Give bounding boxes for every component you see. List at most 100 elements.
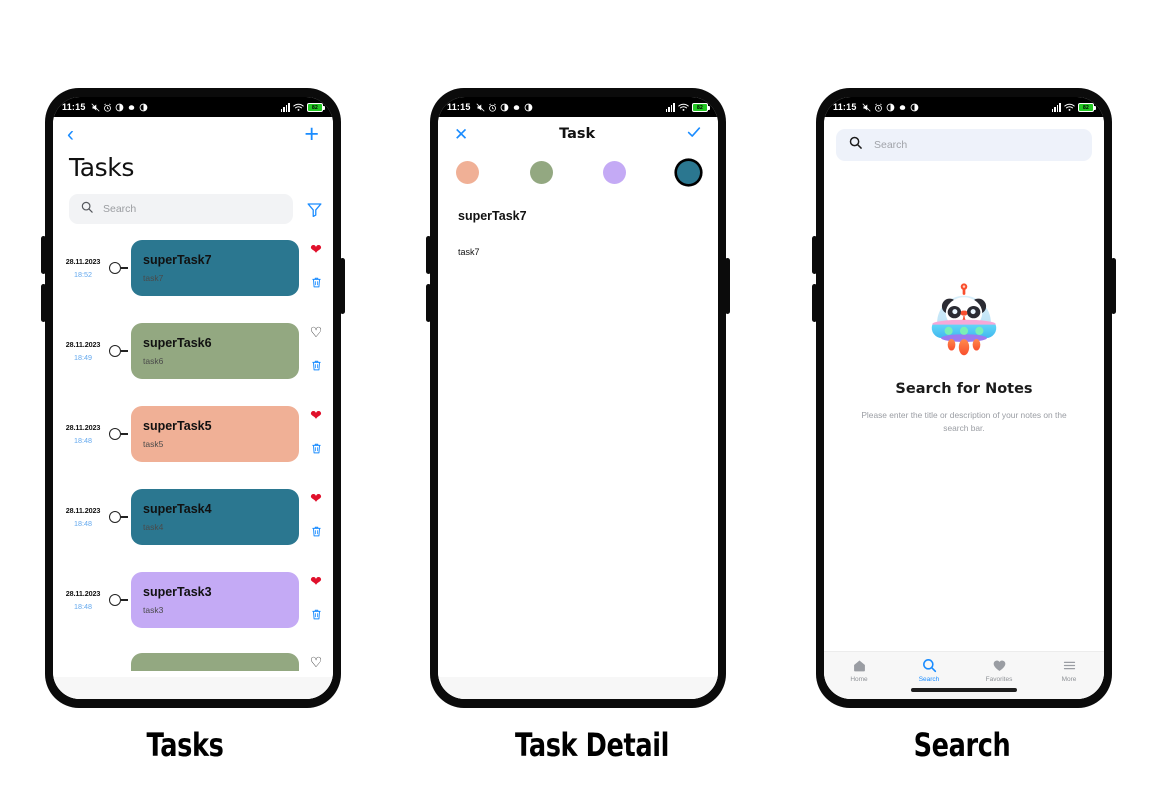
check-icon[interactable] [686,124,702,145]
home-icon [852,658,867,673]
favorite-icon[interactable]: ❤ [310,242,322,256]
apple-icon [898,103,907,112]
task-time: 18:48 [74,436,92,445]
alarm-icon [488,103,497,112]
color-swatch-sage[interactable] [529,161,553,184]
task-card[interactable]: superTask4 task4 [131,489,299,545]
phone-frame-search: 11:15 82 Search Search for Notes Please … [812,88,1116,708]
volume-down-button[interactable] [426,284,431,322]
search-icon [849,136,862,154]
home-indicator[interactable] [525,688,631,692]
tab-search[interactable]: Search [894,658,964,683]
favorite-icon[interactable]: ❤ [310,574,322,588]
task-list: 28.11.2023 18:52 superTask7 task7 ❤ 28.1… [53,238,333,671]
status-bar: 11:15 82 [53,97,333,117]
search-input[interactable]: Search [69,194,293,224]
home-indicator[interactable] [911,688,1017,692]
delete-icon[interactable] [310,359,323,377]
task-date: 28.11.2023 [65,589,101,598]
task-title: superTask3 [143,585,212,599]
mute-icon [90,102,100,112]
table-row[interactable]: 28.11.2023 18:52 superTask7 task7 ❤ [53,238,333,298]
task-date: 28.11.2023 [65,423,101,432]
delete-icon[interactable] [310,525,323,543]
caption-task-detail: Task Detail [515,726,669,764]
task-title-field[interactable]: superTask7 [438,184,718,223]
empty-state: Search for Notes Please enter the title … [824,267,1104,435]
task-node[interactable] [109,511,131,523]
task-actions: ❤ [299,489,333,545]
task-subtitle: task3 [143,605,164,615]
screenshot-canvas: 11:15 82 ‹ + Tasks Search 28.11.2023 18:… [0,0,1155,804]
task-title: superTask4 [143,502,212,516]
task-timestamp: 28.11.2023 18:48 [57,589,109,611]
volume-up-button[interactable] [812,236,817,274]
power-button[interactable] [1111,258,1116,314]
signal-icon [280,102,290,112]
back-button[interactable]: ‹ [67,124,74,145]
table-row[interactable]: 28.11.2023 18:48 superTask5 task5 ❤ [53,404,333,464]
task-node[interactable] [109,262,131,274]
table-row[interactable]: ♡ [53,653,333,671]
favorite-icon[interactable]: ♡ [310,325,323,339]
color-swatch-peach[interactable] [456,161,479,184]
task-card[interactable]: superTask6 task6 [131,323,299,379]
tab-favorites[interactable]: Favorites [964,658,1034,683]
favorite-icon[interactable]: ❤ [310,408,322,422]
delete-icon[interactable] [310,442,323,460]
home-indicator[interactable] [140,688,246,692]
task-node[interactable] [109,345,131,357]
contrast-icon [886,103,895,112]
task-card[interactable]: superTask7 task7 [131,240,299,296]
task-time: 18:49 [74,353,92,362]
task-date: 28.11.2023 [65,257,101,266]
close-icon[interactable]: ✕ [454,126,468,143]
table-row[interactable]: 28.11.2023 18:48 superTask4 task4 ❤ [53,487,333,547]
delete-icon[interactable] [310,276,323,294]
task-description-field[interactable]: task7 [438,223,718,257]
table-row[interactable]: 28.11.2023 18:49 superTask6 task6 ♡ [53,321,333,381]
contrast-icon [115,103,124,112]
search-placeholder: Search [874,139,908,151]
volume-up-button[interactable] [41,236,46,274]
favorite-icon[interactable]: ♡ [310,655,323,669]
favorite-icon[interactable]: ❤ [310,491,322,505]
panda-ufo-illustration [931,283,997,356]
task-subtitle: task5 [143,439,164,449]
delete-icon[interactable] [310,608,323,626]
color-swatch-lavender[interactable] [603,161,627,184]
contrast-icon-2 [910,103,919,112]
phone-frame-task-detail: 11:15 82 ✕ Task superTask7 task7 [426,88,730,708]
color-swatch-teal-selected[interactable] [676,161,700,184]
tasks-body: ‹ + Tasks Search 28.11.2023 18:52 superT… [53,117,333,699]
page-title: Tasks [69,153,134,182]
tab-home[interactable]: Home [824,658,894,683]
volume-down-button[interactable] [812,284,817,322]
volume-down-button[interactable] [41,284,46,322]
filter-icon[interactable] [303,201,325,218]
task-date: 28.11.2023 [65,506,101,515]
add-task-button[interactable]: + [304,121,319,147]
task-node[interactable] [109,594,131,606]
task-actions: ❤ [299,406,333,462]
task-card[interactable]: superTask3 task3 [131,572,299,628]
power-button[interactable] [725,258,730,314]
tab-more[interactable]: More [1034,658,1104,683]
task-card[interactable]: superTask5 task5 [131,406,299,462]
power-button[interactable] [340,258,345,314]
task-title: superTask7 [143,253,212,267]
wifi-icon [678,103,689,112]
task-card[interactable] [131,653,299,671]
signal-icon [1051,102,1061,112]
search-input[interactable]: Search [836,129,1092,161]
menu-icon [1062,658,1077,673]
contrast-icon [500,103,509,112]
mute-icon [475,102,485,112]
task-timestamp: 28.11.2023 18:48 [57,506,109,528]
volume-up-button[interactable] [426,236,431,274]
search-placeholder: Search [103,203,137,215]
task-node[interactable] [109,428,131,440]
task-timestamp: 28.11.2023 18:52 [57,257,109,279]
table-row[interactable]: 28.11.2023 18:48 superTask3 task3 ❤ [53,570,333,630]
task-subtitle: task6 [143,356,164,366]
